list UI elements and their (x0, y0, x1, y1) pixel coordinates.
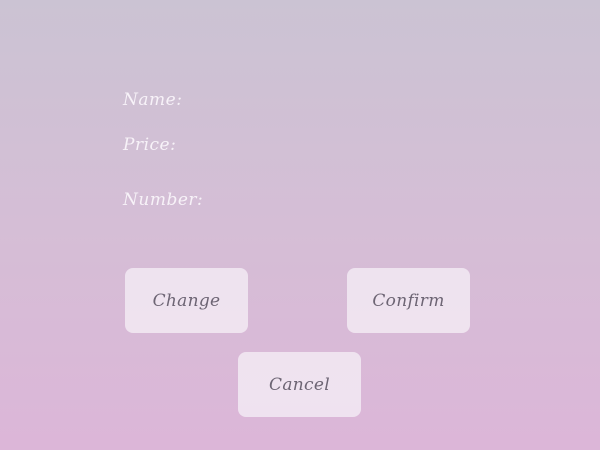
price-label: Price: (123, 135, 177, 155)
confirm-button[interactable]: Confirm (347, 268, 470, 333)
change-button[interactable]: Change (125, 268, 248, 333)
name-label: Name: (123, 90, 183, 110)
number-label: Number: (123, 190, 204, 210)
cancel-button[interactable]: Cancel (238, 352, 361, 417)
